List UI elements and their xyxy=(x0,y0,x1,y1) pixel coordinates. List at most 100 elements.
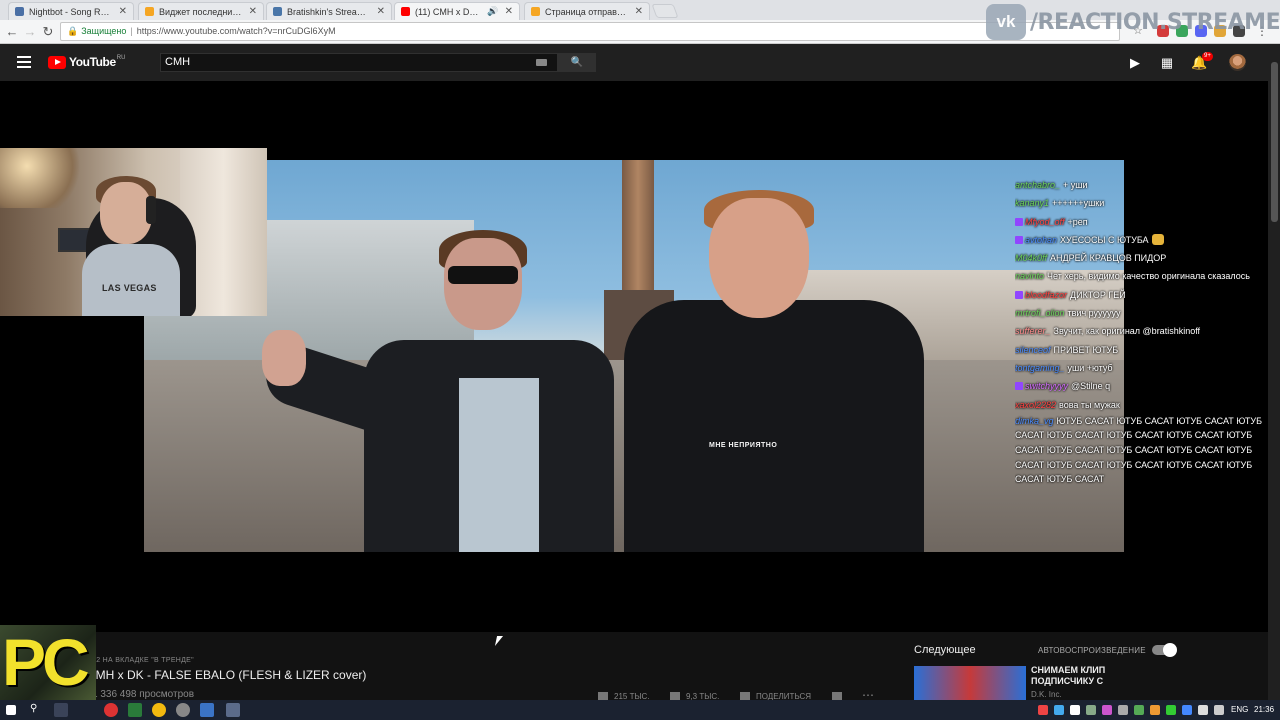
chat-message: sufferer_ Звучит, как оригинал @bratishki… xyxy=(1015,322,1280,340)
chat-username[interactable]: xaxol2282 xyxy=(1015,400,1056,410)
back-icon[interactable]: ← xyxy=(4,24,20,40)
chat-username[interactable]: navinto xyxy=(1015,271,1044,281)
chat-badge-icon xyxy=(1015,382,1023,391)
chat-badge-icon xyxy=(1015,217,1023,226)
tray-icon[interactable] xyxy=(1070,705,1080,715)
app-icon[interactable] xyxy=(128,703,142,717)
avatar[interactable] xyxy=(1229,54,1246,71)
search-icon: 🔍 xyxy=(570,57,584,68)
obs-icon[interactable] xyxy=(104,703,118,717)
app-icon[interactable] xyxy=(226,703,240,717)
reload-icon[interactable]: ↻ xyxy=(40,24,56,40)
stream-chat-overlay: antchabro_ + уши kanany1 ++++++ушки Mfyod_of… xyxy=(1015,176,1280,487)
browser-tab[interactable]: Bratishkin's Stream [CS:G ✕ xyxy=(266,2,392,20)
chat-text: ПРИВЕТ ЮТУБ xyxy=(1053,344,1119,355)
browser-tab[interactable]: Виджет последних сооб ✕ xyxy=(138,2,264,20)
chrome-icon[interactable] xyxy=(152,703,166,717)
trending-label[interactable]: #2 НА ВКЛАДКЕ "В ТРЕНДЕ" xyxy=(92,657,194,664)
chat-text: уши +ютуб xyxy=(1067,362,1113,373)
task-view-icon[interactable] xyxy=(54,703,68,717)
tab-close-icon[interactable]: ✕ xyxy=(249,6,257,17)
tray-icon[interactable] xyxy=(1118,705,1128,715)
tab-title: Nightbot - Song Reques xyxy=(29,6,113,17)
watermark: vk /REACTION.STREAMERS xyxy=(986,2,1280,42)
tab-audio-icon[interactable]: 🔊 xyxy=(487,6,498,17)
chat-message: Mfyod_off +реп xyxy=(1015,213,1280,231)
hamburger-menu-icon[interactable] xyxy=(17,56,31,68)
chat-username[interactable]: Mfyod_off xyxy=(1025,217,1065,227)
video-player[interactable]: МНЕ НЕПРИЯТНО xyxy=(144,160,1124,552)
keyboard-icon[interactable] xyxy=(536,59,547,66)
apps-grid-icon[interactable]: ▦ xyxy=(1159,55,1175,71)
chat-message: dimka_vg ЮТУБ САСАТ ЮТУБ САСАТ ЮТУБ САСАТ… xyxy=(1015,414,1280,487)
chat-username[interactable]: switchyyyy xyxy=(1025,381,1068,391)
thumbs-down-icon xyxy=(670,692,680,700)
search-input[interactable]: CMH xyxy=(160,53,558,72)
tab-title: Виджет последних сооб xyxy=(159,6,243,17)
tray-icon[interactable] xyxy=(1182,705,1192,715)
chat-username[interactable]: kanany1 xyxy=(1015,198,1049,208)
next-video-thumbnail[interactable] xyxy=(914,666,1026,700)
chat-username[interactable]: mrtrofi_olion xyxy=(1015,308,1065,318)
tab-title: Bratishkin's Stream [CS:G xyxy=(287,6,371,17)
network-icon[interactable] xyxy=(1198,705,1208,715)
tray-icon[interactable] xyxy=(1038,705,1048,715)
chat-username[interactable]: bloodfazor xyxy=(1025,290,1067,300)
chat-message: navinto Чет херь, видимо качество оригина… xyxy=(1015,267,1280,285)
tab-favicon-icon xyxy=(145,7,154,16)
new-tab-button[interactable] xyxy=(651,4,679,18)
tray-icon[interactable] xyxy=(1134,705,1144,715)
tray-icon[interactable] xyxy=(1054,705,1064,715)
tab-close-icon[interactable]: ✕ xyxy=(505,6,513,17)
chat-emote-icon xyxy=(1151,233,1164,245)
chat-username[interactable]: sufferer_ xyxy=(1015,326,1051,336)
chat-username[interactable]: tontgaming_ xyxy=(1015,363,1065,373)
tab-close-icon[interactable]: ✕ xyxy=(635,6,643,17)
browser-tab[interactable]: Nightbot - Song Reques ✕ xyxy=(8,2,134,20)
tab-title: (11) CMH x DK - FALS xyxy=(415,6,483,17)
chat-username[interactable]: dimka_vg xyxy=(1015,416,1054,426)
upload-video-icon[interactable]: ▶ xyxy=(1127,55,1143,71)
tray-icon[interactable] xyxy=(1102,705,1112,715)
watermark-text: /REACTION.STREAMERS xyxy=(1030,9,1280,35)
tray-icon[interactable] xyxy=(1150,705,1160,715)
next-video-title[interactable]: СНИМАЕМ КЛИП ПОДПИСЧИКУ С xyxy=(1031,665,1151,687)
chat-text: ++++++ушки xyxy=(1052,198,1105,209)
chat-text: вова ты мужак xyxy=(1059,399,1120,410)
chat-username[interactable]: avtohan xyxy=(1025,235,1057,245)
secure-label: Защищено xyxy=(81,26,127,36)
search-button[interactable]: 🔍 xyxy=(558,53,596,72)
stream-overlay-logo-text: PC xyxy=(2,625,90,699)
app-icon[interactable] xyxy=(200,703,214,717)
language-indicator[interactable]: ENG xyxy=(1231,705,1248,714)
tab-close-icon[interactable]: ✕ xyxy=(119,6,127,17)
chat-text: Чет херь, видимо качество оригинала сказ… xyxy=(1047,271,1250,282)
browser-tab[interactable]: (11) CMH x DK - FALS 🔊 ✕ xyxy=(394,2,520,20)
chat-text: ХУЕСОСЫ С ЮТУБА xyxy=(1060,234,1149,245)
chat-username[interactable]: M04k0ff xyxy=(1015,253,1047,263)
start-windows-icon[interactable] xyxy=(6,705,16,715)
tab-favicon-icon xyxy=(401,7,410,16)
chat-username[interactable]: antchabro_ xyxy=(1015,180,1060,190)
browser-tab[interactable]: Страница отправки соо ✕ xyxy=(524,2,650,20)
volume-icon[interactable] xyxy=(1214,705,1224,715)
app-icon[interactable] xyxy=(176,703,190,717)
youtube-play-icon xyxy=(48,55,66,69)
tab-favicon-icon xyxy=(273,7,282,16)
autoplay-toggle[interactable] xyxy=(1152,643,1177,657)
lock-icon: 🔒 xyxy=(67,26,79,36)
tab-close-icon[interactable]: ✕ xyxy=(377,6,385,17)
youtube-logo[interactable]: YouTube RU xyxy=(48,55,125,69)
search-value: CMH xyxy=(165,56,191,68)
chat-text: ЮТУБ САСАТ ЮТУБ САСАТ ЮТУБ САСАТ ЮТУБ СА… xyxy=(1015,415,1262,485)
chat-message: M04k0ff АНДРЕЙ КРАВЦОВ ПИДОР xyxy=(1015,249,1280,267)
search-icon[interactable]: ⚲ xyxy=(30,703,44,717)
chat-message: tontgaming_ уши +ютуб xyxy=(1015,359,1280,377)
forward-icon[interactable]: → xyxy=(22,24,38,40)
url-input[interactable]: 🔒 Защищено | https://www.youtube.com/watch?… xyxy=(60,22,1120,41)
chat-username[interactable]: silenceof xyxy=(1015,345,1051,355)
clock[interactable]: 21:36 xyxy=(1254,705,1274,714)
next-video-channel[interactable]: D.K. Inc. xyxy=(1031,690,1062,699)
tray-icon[interactable] xyxy=(1086,705,1096,715)
tray-icon[interactable] xyxy=(1166,705,1176,715)
